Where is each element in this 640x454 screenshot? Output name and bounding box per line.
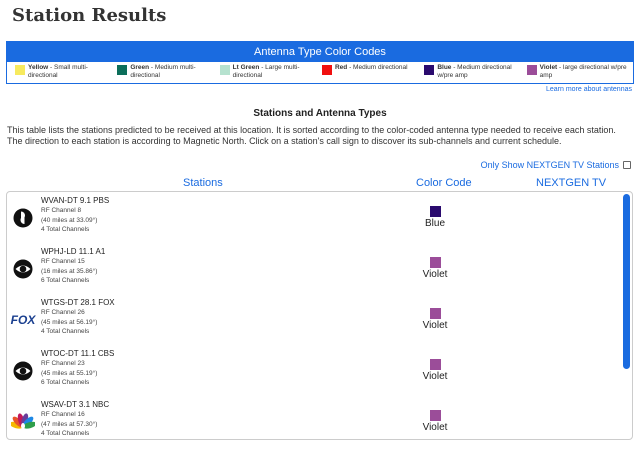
legend-item: Violet - large directional w/pre amp [526, 64, 629, 83]
nextgen-filter-checkbox[interactable] [623, 161, 631, 169]
legend-text: Green - Medium multi-directional [130, 64, 219, 80]
antenna-color-name: Violet [422, 422, 448, 433]
station-distance: (45 miles at 56.19°) [41, 318, 98, 326]
station-info: WSAV-DT 3.1 NBC RF Channel 16 (47 miles at… [41, 399, 109, 439]
station-info: WVAN-DT 9.1 PBS RF Channel 8 (40 miles at … [41, 195, 109, 235]
antenna-color-name: Blue [424, 218, 445, 229]
station-row[interactable]: WTOC-DT 11.1 CBS RF Channel 23 (45 miles a… [7, 345, 622, 396]
station-info: WTOC-DT 11.1 CBS RF Channel 23 (45 miles a… [41, 348, 114, 388]
station-call-sign[interactable]: WTGS-DT 28.1 FOX [41, 297, 115, 308]
legend-text: Violet - large directional w/pre amp [540, 64, 629, 80]
station-call-sign[interactable]: WPHJ-LD 11.1 A1 [41, 246, 105, 257]
legend-swatch [15, 65, 25, 75]
antenna-color-name: Violet [422, 371, 448, 382]
legend-swatch [526, 65, 537, 75]
legend-swatch [321, 65, 332, 75]
legend-header: Antenna Type Color Codes [7, 42, 633, 62]
station-rf-channel: RF Channel 26 [41, 309, 85, 316]
station-row[interactable]: WSAV-DT 3.1 NBC RF Channel 16 (47 miles at… [7, 396, 622, 439]
legend-item-name: Red [334, 64, 348, 71]
antenna-color-swatch [430, 206, 441, 217]
legend-swatch [219, 65, 230, 75]
legend-item: Green - Medium multi-directional [117, 64, 219, 83]
station-call-sign[interactable]: WTOC-DT 11.1 CBS [41, 348, 114, 359]
station-row[interactable]: WPHJ-LD 11.1 A1 RF Channel 15 (16 miles at… [7, 243, 622, 294]
station-info: WPHJ-LD 11.1 A1 RF Channel 15 (16 miles at… [41, 246, 105, 286]
stations-table: WVAN-DT 9.1 PBS RF Channel 8 (40 miles at … [6, 191, 633, 440]
station-row[interactable]: FOX WTGS-DT 28.1 FOX RF Channel 26 (45 mile… [7, 294, 622, 345]
legend-item: Yellow - Small multi-directional [15, 64, 117, 83]
section-description: This table lists the stations predicted … [7, 125, 616, 146]
legend-swatch [424, 65, 435, 75]
nbc-peacock-logo-icon [10, 409, 36, 435]
station-rf-channel: RF Channel 8 [41, 207, 82, 214]
legend-swatch [117, 65, 128, 75]
legend-items: Yellow - Small multi-directional Green - … [7, 62, 633, 83]
legend-text: Lt Green - Large multi-directional [233, 64, 322, 80]
pbs-logo-icon [10, 205, 36, 231]
legend-text: Blue - Medium directional w/pre amp [437, 64, 526, 80]
station-total-channels: 6 Total Channels [41, 277, 90, 284]
legend-item-desc: - Medium directional [347, 64, 408, 71]
legend-item: Blue - Medium directional w/pre amp [424, 64, 526, 83]
station-rf-channel: RF Channel 23 [41, 360, 85, 367]
legend-text: Red - Medium directional [335, 64, 408, 72]
nextgen-filter[interactable]: Only Show NEXTGEN TV Stations [481, 160, 631, 170]
station-rf-channel: RF Channel 15 [41, 258, 85, 265]
antenna-color-swatch [430, 257, 441, 268]
station-info: WTGS-DT 28.1 FOX RF Channel 26 (45 miles a… [41, 297, 115, 337]
antenna-color-name: Violet [422, 320, 448, 331]
cbs-eye-logo-icon [10, 358, 36, 384]
station-distance: (45 miles at 55.19°) [41, 369, 98, 377]
learn-more-antennas-link[interactable]: Learn more about antennas [546, 86, 632, 93]
station-total-channels: 6 Total Channels [41, 379, 90, 386]
legend-item-name: Green [130, 64, 150, 71]
antenna-color-swatch [430, 410, 441, 421]
column-header-stations[interactable]: Stations [183, 177, 223, 189]
table-scrollbar[interactable] [623, 194, 630, 369]
station-call-sign[interactable]: WSAV-DT 3.1 NBC [41, 399, 109, 410]
stations-table-rows: WVAN-DT 9.1 PBS RF Channel 8 (40 miles at … [7, 192, 622, 439]
legend-text: Yellow - Small multi-directional [28, 64, 117, 80]
legend-item-name: Violet [539, 64, 558, 71]
nextgen-filter-label[interactable]: Only Show NEXTGEN TV Stations [481, 160, 619, 170]
station-distance: (40 miles at 33.09°) [41, 216, 98, 224]
legend-item: Red - Medium directional [321, 64, 424, 83]
station-total-channels: 4 Total Channels [41, 226, 90, 233]
station-total-channels: 4 Total Channels [41, 328, 90, 335]
station-total-channels: 4 Total Channels [41, 430, 90, 437]
station-rf-channel: RF Channel 16 [41, 411, 85, 418]
fox-logo-text: FOX [10, 313, 36, 327]
station-row[interactable]: WVAN-DT 9.1 PBS RF Channel 8 (40 miles at … [7, 192, 622, 243]
station-distance: (16 miles at 35.86°) [41, 267, 98, 275]
antenna-color-swatch [430, 308, 441, 319]
legend-item-name: Blue [437, 64, 452, 71]
antenna-color-swatch [430, 359, 441, 370]
column-header-color-code[interactable]: Color Code [416, 177, 472, 189]
fox-logo-icon: FOX [10, 307, 36, 333]
cbs-eye-logo-icon [10, 256, 36, 282]
station-call-sign[interactable]: WVAN-DT 9.1 PBS [41, 195, 109, 206]
column-header-nextgen[interactable]: NEXTGEN TV [536, 177, 606, 189]
page-title: Station Results [12, 5, 167, 26]
antenna-color-legend: Antenna Type Color Codes Yellow - Small … [6, 41, 634, 84]
station-distance: (47 miles at 57.30°) [41, 420, 98, 428]
legend-item-name: Lt Green [232, 64, 260, 71]
legend-item: Lt Green - Large multi-directional [219, 64, 322, 83]
antenna-color-name: Violet [422, 269, 448, 280]
section-title: Stations and Antenna Types [253, 108, 387, 119]
legend-item-name: Yellow [28, 64, 49, 71]
